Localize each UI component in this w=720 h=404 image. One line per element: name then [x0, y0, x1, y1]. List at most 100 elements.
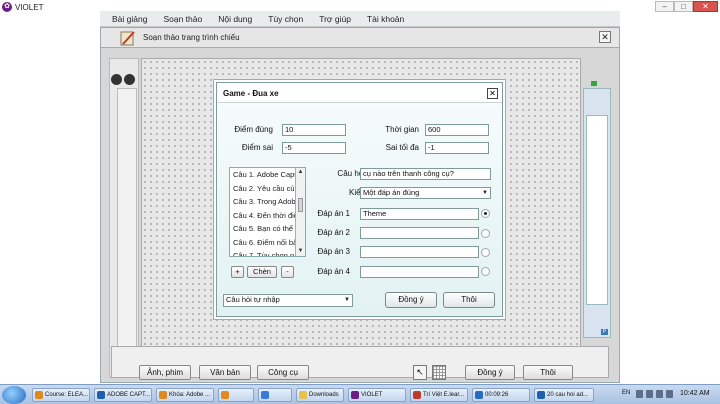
- image-video-button[interactable]: Ảnh, phim: [139, 365, 191, 380]
- add-question-button[interactable]: +: [231, 266, 244, 278]
- text-button[interactable]: Văn bản: [199, 365, 251, 380]
- taskbar-item-browser[interactable]: [218, 388, 254, 402]
- network-icon[interactable]: [646, 390, 653, 398]
- menu-soan-thao[interactable]: Soạn thảo: [163, 14, 202, 24]
- answer-3-input[interactable]: [360, 246, 479, 258]
- question-input[interactable]: cụ nào trên thanh công cụ?: [360, 168, 491, 180]
- tray-icon[interactable]: [636, 390, 643, 398]
- taskbar-item-triviet[interactable]: Trí Việt E.lear...: [410, 388, 468, 402]
- list-item[interactable]: Câu 5. Bạn có thể: [230, 222, 296, 236]
- game-dialog: Game - Đua xe ✕ Điểm đúng 10 Điểm sai -5…: [216, 82, 503, 317]
- question-list-scrollbar[interactable]: ▲ ▼: [295, 168, 305, 256]
- taskbar-item-downloads[interactable]: Downloads: [296, 388, 344, 402]
- taskbar-item-app[interactable]: [258, 388, 292, 402]
- answer-2-input[interactable]: [360, 227, 479, 239]
- answer-4-input[interactable]: [360, 266, 479, 278]
- remove-question-button[interactable]: -: [281, 266, 294, 278]
- thoi-gian-label: Thời gian: [385, 125, 419, 134]
- editor-ok-button[interactable]: Đồng ý: [465, 365, 515, 380]
- scroll-down-icon[interactable]: ▼: [296, 247, 305, 256]
- answer-1-radio[interactable]: [481, 209, 490, 218]
- sai-toi-da-input[interactable]: -1: [425, 142, 489, 154]
- answer-3-radio[interactable]: [481, 248, 490, 257]
- thoi-gian-input[interactable]: 600: [425, 124, 489, 136]
- menu-tai-khoan[interactable]: Tài khoản: [367, 14, 404, 24]
- taskbar-item-word[interactable]: 20 cau hoi ad...: [534, 388, 594, 402]
- scroll-up-icon[interactable]: ▲: [296, 168, 305, 177]
- clock[interactable]: 10:42 AM: [680, 390, 710, 397]
- taskbar: Course: ELEA... ADOBE CAPT... Khóa: Adob…: [0, 384, 720, 404]
- taskbar-item-label: ADOBE CAPT...: [107, 392, 151, 398]
- menu-tro-giup[interactable]: Trợ giúp: [319, 14, 351, 24]
- record-icon[interactable]: [111, 74, 122, 85]
- taskbar-item-label: Downloads: [309, 392, 339, 398]
- window-controls: – □ ✕: [655, 1, 718, 12]
- app-title: VIOLET: [15, 2, 44, 12]
- taskbar-item-violet[interactable]: VIOLET: [348, 388, 406, 402]
- editor-cancel-button[interactable]: Thôi: [523, 365, 573, 380]
- scroll-thumb[interactable]: [298, 198, 303, 212]
- taskbar-item-label: VIOLET: [361, 392, 383, 398]
- cursor-tool-icon[interactable]: ↖: [413, 365, 427, 380]
- taskbar-item-label: Khóa: Adobe ...: [169, 392, 211, 398]
- editor-close-button[interactable]: ✕: [599, 31, 611, 43]
- dialog-close-button[interactable]: ✕: [487, 88, 498, 99]
- list-item[interactable]: Câu 4. Đến thời điểm: [230, 209, 296, 223]
- answer-4-label: Đáp án 4: [317, 267, 350, 276]
- recorder-icon: [475, 391, 483, 399]
- menu-tuy-chon[interactable]: Tùy chọn: [268, 14, 303, 24]
- chevron-down-icon[interactable]: ▼: [343, 296, 351, 304]
- volume-icon[interactable]: [656, 390, 663, 398]
- taskbar-item-label: 20 cau hoi ad...: [547, 392, 589, 398]
- answer-2-radio[interactable]: [481, 229, 490, 238]
- chrome-icon: [159, 391, 167, 399]
- taskbar-item-adobe[interactable]: ADOBE CAPT...: [94, 388, 152, 402]
- sai-toi-da-label: Sai tối đa: [385, 143, 419, 152]
- maximize-button[interactable]: □: [674, 1, 693, 12]
- dialog-header: Game - Đua xe ✕: [217, 83, 502, 103]
- language-indicator[interactable]: EN: [622, 390, 630, 396]
- dialog-ok-button[interactable]: Đồng ý: [385, 292, 437, 308]
- close-window-button[interactable]: ✕: [693, 1, 718, 12]
- question-mode-value: Câu hỏi tự nhập: [226, 295, 280, 304]
- start-button-icon[interactable]: [2, 386, 26, 404]
- list-item[interactable]: Câu 2. Yêu cầu của: [230, 182, 296, 196]
- system-tray: [636, 390, 673, 398]
- dialog-title: Game - Đua xe: [223, 89, 279, 98]
- list-item[interactable]: Câu 1. Adobe Captivate: [230, 168, 296, 182]
- tools-button[interactable]: Công cụ: [257, 365, 309, 380]
- menu-bai-giang[interactable]: Bài giảng: [112, 14, 147, 24]
- diem-sai-input[interactable]: -5: [282, 142, 346, 154]
- list-item[interactable]: Câu 3. Trong Adobe: [230, 195, 296, 209]
- question-mode-select[interactable]: Câu hỏi tự nhập ▼: [223, 294, 353, 307]
- editor-header: Soạn thảo trang trình chiếu ✕: [101, 28, 619, 48]
- answer-4-radio[interactable]: [481, 267, 490, 276]
- taskbar-item-course[interactable]: Course: ELEA...: [32, 388, 90, 402]
- chevron-down-icon[interactable]: ▼: [481, 189, 489, 197]
- taskbar-item-khoa[interactable]: Khóa: Adobe ...: [156, 388, 214, 402]
- slide-list-panel[interactable]: [117, 88, 137, 348]
- nav-icons: [111, 74, 135, 85]
- type-select[interactable]: Một đáp án đúng ▼: [360, 187, 491, 199]
- browser-icon: [221, 391, 229, 399]
- flag-icon[interactable]: [666, 390, 673, 398]
- question-list[interactable]: Câu 1. Adobe Captivate Câu 2. Yêu cầu củ…: [229, 167, 306, 257]
- taskbar-item-recorder[interactable]: 00:09:26: [472, 388, 530, 402]
- menu-noi-dung[interactable]: Nội dung: [218, 14, 252, 24]
- preview-tag: P: [600, 329, 608, 335]
- grid-tool-icon[interactable]: [432, 365, 446, 380]
- question-label: Câu hỏi: [337, 169, 365, 178]
- taskbar-item-label: 00:09:26: [485, 392, 509, 398]
- options-icon[interactable]: [124, 74, 135, 85]
- minimize-button[interactable]: –: [655, 1, 674, 12]
- app-icon: [413, 391, 421, 399]
- diem-dung-input[interactable]: 10: [282, 124, 346, 136]
- right-preview-panel: P: [583, 88, 611, 338]
- list-item[interactable]: Câu 6. Điểm nổi bật: [230, 236, 296, 250]
- folder-icon: [299, 391, 307, 399]
- insert-question-button[interactable]: Chèn: [247, 266, 277, 278]
- dialog-cancel-button[interactable]: Thôi: [443, 292, 495, 308]
- chrome-icon: [35, 391, 43, 399]
- answer-1-input[interactable]: Theme: [360, 208, 479, 220]
- list-item[interactable]: Câu 7. Tùy chọn nào: [230, 249, 296, 256]
